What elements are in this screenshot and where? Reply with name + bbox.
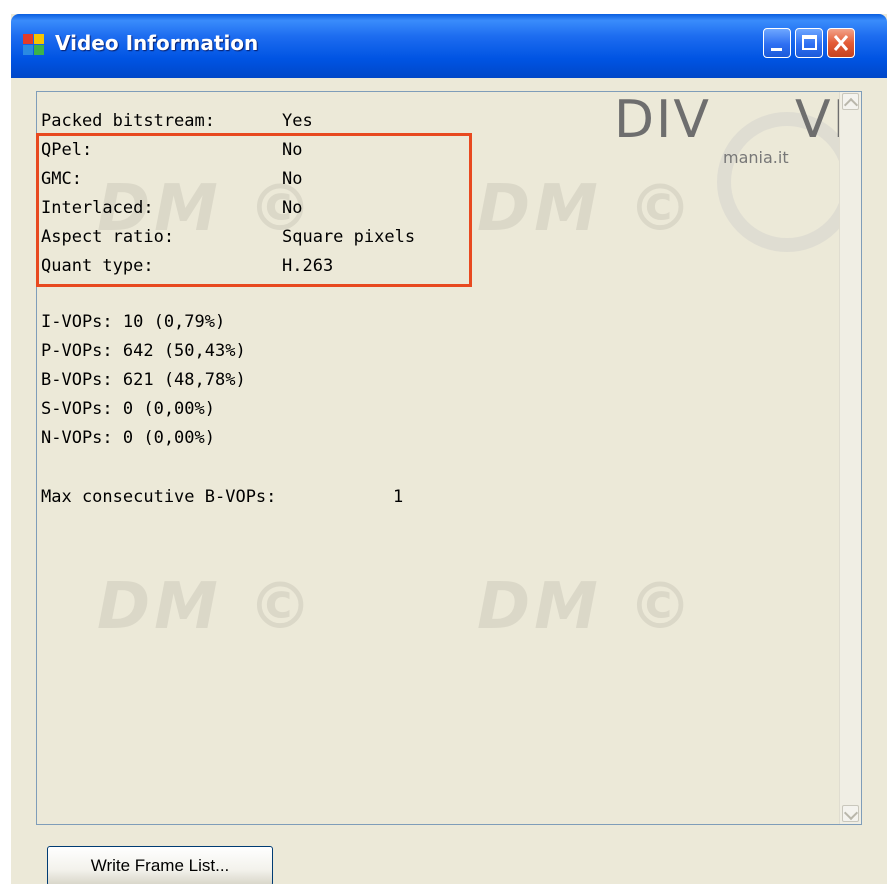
vop-stat-line: P-VOPs: 642 (50,43%) bbox=[41, 341, 246, 361]
packed-bitstream-label: Packed bitstream: bbox=[41, 111, 215, 131]
chevron-up-icon bbox=[843, 97, 859, 113]
max-consecutive-value: 1 bbox=[393, 487, 404, 507]
highlight-box bbox=[36, 133, 472, 287]
vertical-scrollbar[interactable] bbox=[839, 92, 861, 824]
minimize-button[interactable] bbox=[763, 28, 791, 58]
scroll-up-button[interactable] bbox=[842, 93, 859, 113]
watermark-text: DM © bbox=[97, 570, 317, 644]
close-button[interactable] bbox=[827, 28, 855, 58]
max-consecutive-label: Max consecutive B-VOPs: bbox=[41, 487, 277, 507]
window-title: Video Information bbox=[55, 31, 259, 55]
vop-stat-line: N-VOPs: 0 (0,00%) bbox=[41, 428, 215, 448]
watermark-text: DM © bbox=[477, 172, 697, 246]
video-information-window: Video Information DIV VID mania.it DM © … bbox=[11, 14, 887, 884]
close-icon bbox=[833, 35, 849, 51]
minimize-icon bbox=[771, 48, 782, 51]
vop-stat-line: S-VOPs: 0 (0,00%) bbox=[41, 399, 215, 419]
vop-stat-line: B-VOPs: 621 (48,78%) bbox=[41, 370, 246, 390]
watermark-logo-left: DIV bbox=[614, 91, 711, 150]
watermark-text: DM © bbox=[477, 570, 697, 644]
title-bar[interactable]: Video Information bbox=[11, 14, 887, 78]
scroll-down-button[interactable] bbox=[842, 805, 859, 822]
vop-stat-line: I-VOPs: 10 (0,79%) bbox=[41, 312, 226, 332]
maximize-button[interactable] bbox=[795, 28, 823, 58]
maximize-icon bbox=[802, 35, 817, 50]
watermark-logo-sub: mania.it bbox=[723, 148, 789, 167]
packed-bitstream-value: Yes bbox=[282, 111, 313, 131]
write-frame-list-button[interactable]: Write Frame List... bbox=[47, 846, 273, 884]
chevron-down-icon bbox=[843, 805, 859, 821]
app-window-icon bbox=[23, 34, 45, 56]
